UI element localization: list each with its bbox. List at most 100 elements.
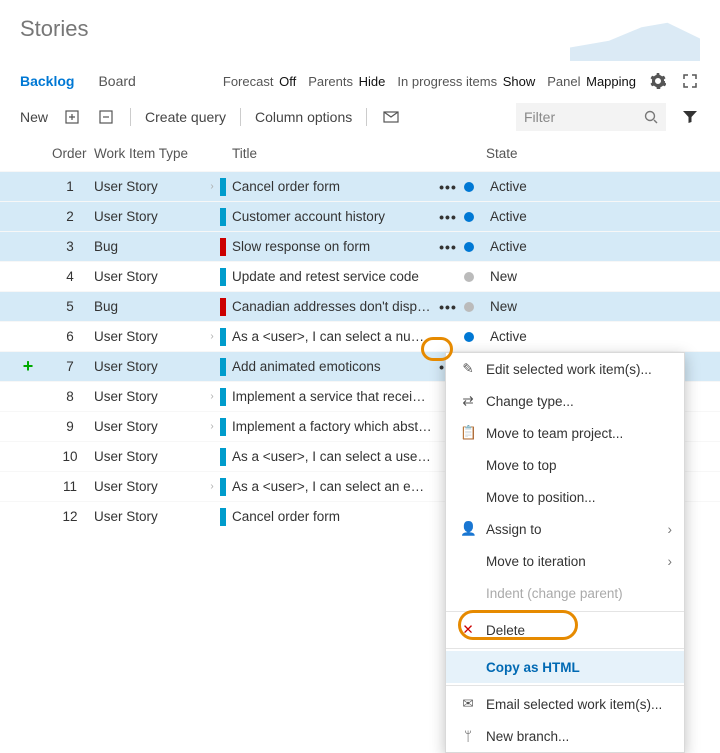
type-color-bar [220, 208, 226, 226]
state-cell: Active [486, 179, 616, 194]
create-query-button[interactable]: Create query [145, 109, 226, 125]
wit-cell: User Story [94, 449, 204, 464]
chevron-right-icon: › [668, 554, 673, 569]
swap-icon: ⇄ [460, 393, 476, 409]
table-row[interactable]: 6User Story› As a <user>, I can select a … [0, 321, 720, 351]
col-order[interactable]: Order [52, 146, 94, 161]
type-color-bar [220, 178, 226, 196]
email-icon[interactable] [381, 107, 401, 127]
pencil-icon: ✎ [460, 361, 476, 377]
title-cell[interactable]: Cancel order form [232, 509, 432, 524]
delete-icon: ✕ [460, 622, 476, 638]
title-cell[interactable]: Implement a factory which abstracts ... [232, 419, 432, 434]
title-cell[interactable]: Implement a service that receives al... [232, 389, 432, 404]
table-row[interactable]: 2User StoryCustomer account history•••Ac… [0, 201, 720, 231]
row-actions-icon[interactable]: ••• [432, 209, 464, 225]
menu-move-iteration[interactable]: Move to iteration› [446, 545, 684, 577]
menu-email[interactable]: ✉Email selected work item(s)... [446, 688, 684, 720]
wit-cell: User Story [94, 329, 204, 344]
menu-delete[interactable]: ✕Delete [446, 614, 684, 646]
type-color-bar [220, 328, 226, 346]
menu-indent: Indent (change parent) [446, 577, 684, 609]
wit-cell: User Story [94, 269, 204, 284]
row-actions-icon[interactable]: ••• [432, 239, 464, 255]
type-color-bar [220, 478, 226, 496]
table-row[interactable]: 3BugSlow response on form•••Active [0, 231, 720, 261]
col-wit[interactable]: Work Item Type [94, 146, 204, 161]
table-row[interactable]: 5BugCanadian addresses don't display•••N… [0, 291, 720, 321]
type-color-bar [220, 358, 226, 376]
title-cell[interactable]: As a <user>, I can select an emoticon [232, 479, 432, 494]
fullscreen-icon[interactable] [680, 71, 700, 91]
separator [366, 108, 367, 126]
title-cell[interactable]: Canadian addresses don't display [232, 299, 432, 314]
wit-cell: User Story [94, 359, 204, 374]
menu-move-position[interactable]: Move to position... [446, 481, 684, 513]
search-icon [644, 110, 658, 124]
order-cell: 9 [52, 419, 94, 434]
order-cell: 6 [52, 329, 94, 344]
type-color-bar [220, 268, 226, 286]
expand-icon[interactable]: › [204, 481, 220, 492]
state-dot [464, 269, 486, 284]
title-cell[interactable]: Update and retest service code [232, 269, 432, 284]
column-options-button[interactable]: Column options [255, 109, 352, 125]
menu-edit[interactable]: ✎Edit selected work item(s)... [446, 353, 684, 385]
separator [240, 108, 241, 126]
add-icon[interactable] [62, 107, 82, 127]
title-cell[interactable]: Customer account history [232, 209, 432, 224]
type-color-bar [220, 238, 226, 256]
clipboard-icon: 📋 [460, 425, 476, 441]
context-menu: ✎Edit selected work item(s)... ⇄Change t… [445, 352, 685, 753]
panel-option[interactable]: Panel Mapping [547, 74, 636, 89]
menu-move-top[interactable]: Move to top [446, 449, 684, 481]
filter-funnel-icon[interactable] [680, 107, 700, 127]
branch-icon: ᛘ [460, 729, 476, 744]
expand-icon[interactable]: › [204, 331, 220, 342]
menu-change-type[interactable]: ⇄Change type... [446, 385, 684, 417]
velocity-chart[interactable] [570, 16, 700, 61]
col-title[interactable]: Title [232, 146, 432, 161]
state-dot [464, 239, 486, 254]
table-row[interactable]: 4User StoryUpdate and retest service cod… [0, 261, 720, 291]
order-cell: 1 [52, 179, 94, 194]
order-cell: 2 [52, 209, 94, 224]
expand-icon[interactable]: › [204, 391, 220, 402]
col-state[interactable]: State [486, 146, 616, 161]
title-cell[interactable]: As a <user>, I can select a number o... [232, 329, 432, 344]
page-title: Stories [20, 16, 88, 42]
filter-input[interactable]: Filter [516, 103, 666, 131]
expand-icon[interactable]: › [204, 181, 220, 192]
row-actions-icon[interactable]: ••• [432, 179, 464, 195]
state-cell: Active [486, 209, 616, 224]
remove-icon[interactable] [96, 107, 116, 127]
new-button[interactable]: New [20, 109, 48, 125]
parents-option[interactable]: Parents Hide [308, 74, 385, 89]
wit-cell: User Story [94, 179, 204, 194]
tab-backlog[interactable]: Backlog [20, 73, 74, 89]
wit-cell: User Story [94, 479, 204, 494]
menu-new-branch[interactable]: ᛘNew branch... [446, 720, 684, 752]
order-cell: 8 [52, 389, 94, 404]
title-cell[interactable]: As a <user>, I can select a user frra... [232, 449, 432, 464]
title-cell[interactable]: Cancel order form [232, 179, 432, 194]
state-dot [464, 329, 486, 344]
menu-copy-html[interactable]: Copy as HTML [446, 651, 684, 683]
gear-icon[interactable] [648, 71, 668, 91]
row-actions-icon[interactable]: ••• [432, 299, 464, 315]
state-cell: New [486, 269, 616, 284]
type-color-bar [220, 448, 226, 466]
filter-placeholder: Filter [524, 109, 555, 125]
title-cell[interactable]: Add animated emoticons [232, 359, 432, 374]
expand-icon[interactable]: › [204, 421, 220, 432]
tab-board[interactable]: Board [98, 73, 135, 89]
add-child-icon[interactable]: + [4, 356, 52, 377]
chevron-right-icon: › [668, 522, 673, 537]
inprogress-option[interactable]: In progress items Show [397, 74, 535, 89]
type-color-bar [220, 388, 226, 406]
table-row[interactable]: 1User Story› Cancel order form••• Active [0, 171, 720, 201]
menu-move-project[interactable]: 📋Move to team project... [446, 417, 684, 449]
forecast-option[interactable]: Forecast Off [223, 74, 296, 89]
menu-assign[interactable]: 👤Assign to› [446, 513, 684, 545]
title-cell[interactable]: Slow response on form [232, 239, 432, 254]
